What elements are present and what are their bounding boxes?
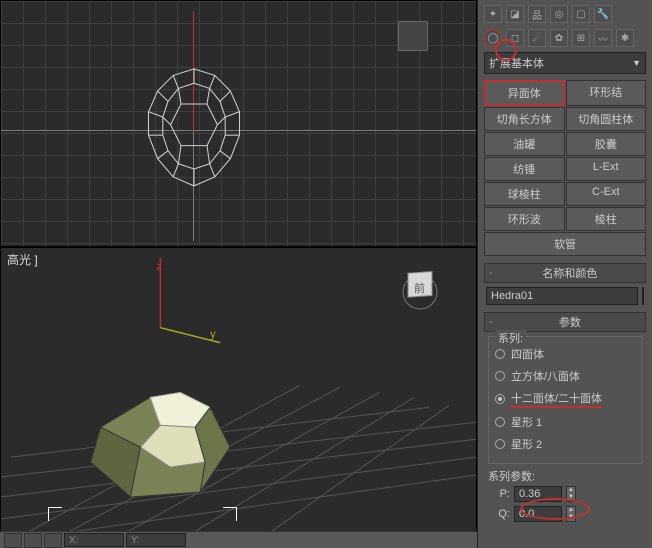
objtype-button[interactable]: L-Ext [566,157,647,181]
viewcube-icon[interactable]: 前 [396,262,444,310]
family-radio[interactable]: 立方体/八面体 [495,365,635,387]
family-title: 系列: [495,330,526,346]
objtype-button[interactable]: 环形结 [566,80,647,106]
command-panel: ✦ ◪ 品 ◎ ▢ 🔧 ◯ ◻ ☄ ✿ ⊞ 〰 ✱ 扩展基本体 ▼ 异面体环形结… [477,0,652,548]
systems-icon[interactable]: ✱ [616,29,634,47]
family-radio[interactable]: 星形 2 [495,433,635,455]
objtype-button[interactable]: 纺锤 [484,157,565,181]
modify-tab-icon[interactable]: ◪ [506,5,524,23]
objtype-button[interactable]: 球棱柱 [484,182,565,206]
objtype-button[interactable]: 切角长方体 [484,107,565,131]
dropdown-label: 扩展基本体 [489,55,544,71]
q-spinner[interactable] [514,506,562,522]
panel-tabs: ✦ ◪ 品 ◎ ▢ 🔧 [480,2,650,26]
wireframe-hedra[interactable] [129,65,259,195]
helpers-icon[interactable]: ⊞ [572,29,590,47]
objtype-button[interactable]: C-Ext [566,182,647,206]
rollout-name-color[interactable]: -名称和颜色 [484,263,646,283]
family-group: 系列: 四面体立方体/八面体十二面体/二十面体星形 1星形 2 [488,336,642,464]
status-y: Y: [126,533,186,547]
p-spinner[interactable] [514,486,562,502]
objtype-button[interactable]: 环形波 [484,207,565,231]
objtype-button[interactable]: 切角圆柱体 [566,107,647,131]
object-type-grid: 异面体环形结切角长方体切角圆柱体油罐胶囊纺锤L-Ext球棱柱C-Ext环形波棱柱… [484,80,646,256]
display-tab-icon[interactable]: ▢ [572,5,590,23]
cameras-icon[interactable]: ✿ [550,29,568,47]
objtype-button[interactable]: 异面体 [484,80,565,106]
spinner-buttons[interactable]: ▲▼ [566,506,576,522]
lights-icon[interactable]: ☄ [528,29,546,47]
p-label: P: [488,488,510,500]
status-bar: X: Y: [0,531,477,548]
status-icon[interactable] [44,533,62,548]
family-radio[interactable]: 四面体 [495,343,635,365]
shapes-icon[interactable]: ◻ [506,29,524,47]
objtype-button[interactable]: 软管 [484,232,646,256]
color-swatch[interactable] [642,287,644,305]
viewport-top[interactable] [0,0,477,247]
svg-text:前: 前 [414,281,425,295]
svg-text:z: z [156,261,161,273]
objtype-button[interactable]: 棱柱 [566,207,647,231]
status-icon[interactable] [4,533,22,548]
hierarchy-tab-icon[interactable]: 品 [528,5,546,23]
create-tab-icon[interactable]: ✦ [484,5,502,23]
chevron-down-icon: ▼ [632,58,641,68]
viewcube-icon[interactable] [398,21,428,51]
motion-tab-icon[interactable]: ◎ [550,5,568,23]
category-row: ◯ ◻ ☄ ✿ ⊞ 〰 ✱ [480,26,650,50]
family-params-title: 系列参数: [480,468,650,484]
family-radio[interactable]: 星形 1 [495,411,635,433]
space-warps-icon[interactable]: 〰 [594,29,612,47]
geometry-icon[interactable]: ◯ [484,29,502,47]
objtype-button[interactable]: 胶囊 [566,132,647,156]
svg-text:y: y [210,329,216,341]
objtype-button[interactable]: 油罐 [484,132,565,156]
rollout-params[interactable]: -参数 [484,312,646,332]
viewport-perspective[interactable]: 高光 ] z y 前 [0,247,477,548]
category-dropdown[interactable]: 扩展基本体 ▼ [484,52,646,74]
object-name-input[interactable] [486,287,638,305]
utilities-tab-icon[interactable]: 🔧 [594,5,612,23]
family-radio[interactable]: 十二面体/二十面体 [495,387,635,411]
status-icon[interactable] [24,533,42,548]
q-label: Q: [488,508,510,520]
status-x: X: [64,533,124,547]
spinner-buttons[interactable]: ▲▼ [566,486,576,502]
